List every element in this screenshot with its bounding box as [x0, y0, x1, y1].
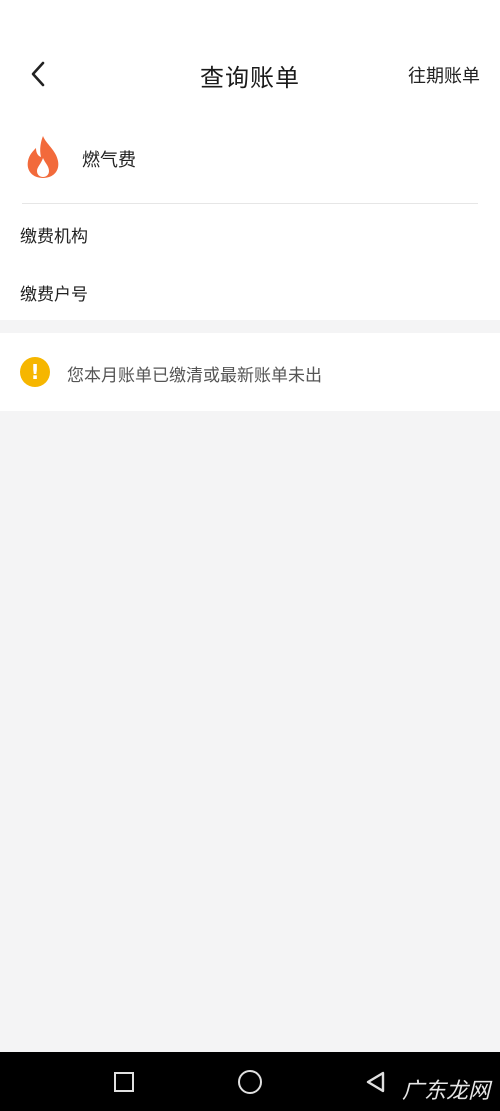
payment-org-field[interactable]: 缴费机构: [20, 214, 480, 254]
notice-text: 您本月账单已缴清或最新账单未出: [67, 366, 322, 386]
service-name: 燃气费: [82, 150, 136, 171]
service-row: 燃气费: [0, 120, 500, 204]
notice-banner: ! 您本月账单已缴清或最新账单未出: [0, 333, 500, 411]
flame-icon: [27, 136, 59, 178]
header-bar: 查询账单 往期账单: [0, 0, 500, 120]
back-triangle-icon[interactable]: [364, 1070, 388, 1094]
warning-icon: !: [20, 357, 50, 387]
account-number-label: 缴费户号: [20, 284, 88, 305]
home-button[interactable]: [238, 1070, 262, 1094]
payment-org-label: 缴费机构: [20, 226, 88, 247]
screen: 查询账单 往期账单 燃气费 缴费机构 缴费户号 ! 您本月账单已缴清或最新账单未…: [0, 0, 500, 1111]
watermark: 广东龙网: [401, 1079, 490, 1104]
bill-card: 燃气费 缴费机构 缴费户号: [0, 120, 500, 320]
divider: [22, 203, 478, 204]
account-number-field[interactable]: 缴费户号: [20, 272, 480, 312]
system-nav-bar: 广东龙网: [0, 1052, 500, 1111]
recents-button[interactable]: [114, 1072, 134, 1092]
history-bills-link[interactable]: 往期账单: [408, 62, 480, 88]
